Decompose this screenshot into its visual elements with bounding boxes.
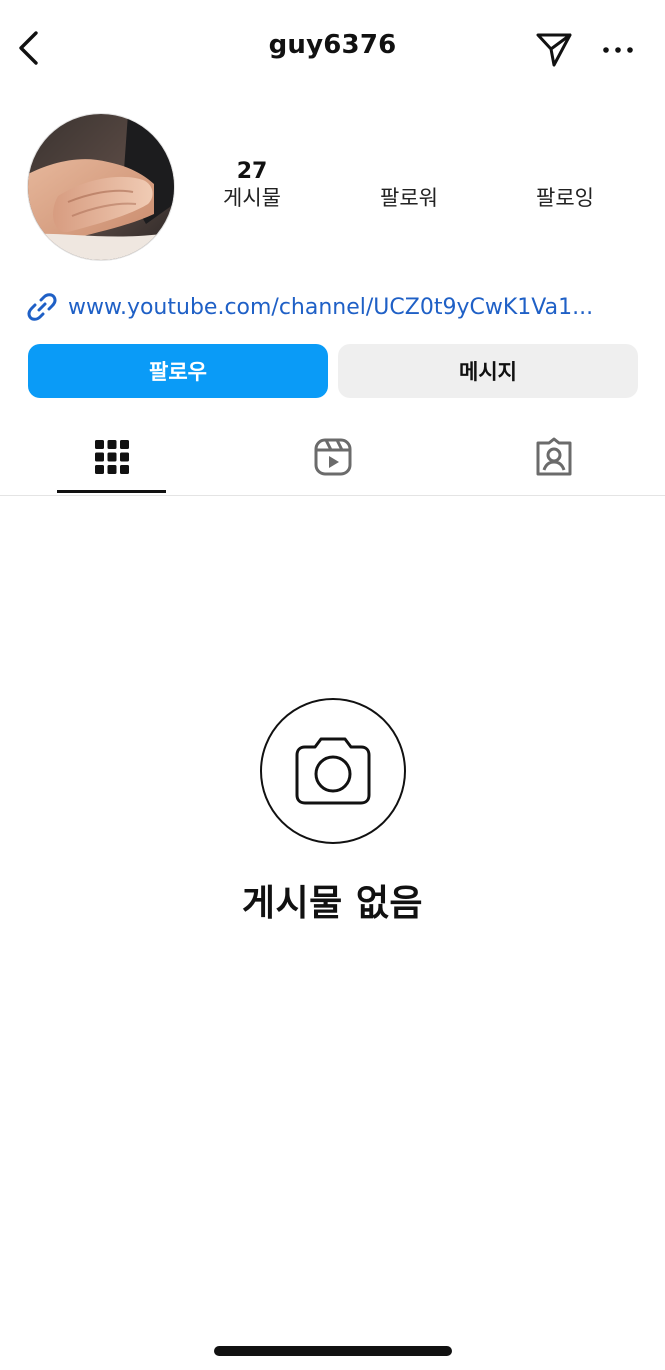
followers-count [349,160,469,184]
following-count [505,160,625,184]
follow-button[interactable]: 팔로우 [28,344,328,398]
tab-tagged[interactable] [499,420,609,494]
stat-posts[interactable]: 27 게시물 [192,160,312,212]
camera-icon [295,737,370,805]
profile-avatar[interactable] [28,114,174,260]
more-horizontal-icon [603,47,633,53]
active-tab-indicator [57,490,166,493]
link-icon [27,293,57,321]
profile-tabs [0,420,665,496]
profile-header: guy6376 [0,0,665,100]
profile-link-text[interactable]: www.youtube.com/channel/UCZ0t9yCwK1Va1..… [68,295,593,320]
followers-label: 팔로워 [380,186,438,210]
tab-posts-grid[interactable] [57,420,167,494]
stat-followers[interactable]: 팔로워 [349,160,469,212]
posts-count: 27 [236,159,268,184]
posts-label: 게시물 [223,186,281,210]
empty-state-title: 게시물 없음 [241,883,424,924]
message-button[interactable]: 메시지 [338,344,638,398]
tab-reels[interactable] [278,420,388,494]
paper-plane-icon [536,33,572,67]
grid-icon [95,440,129,474]
empty-state: 게시물 없음 [0,698,665,926]
empty-state-circle [259,698,406,844]
profile-stats: 27 게시물 팔로워 팔로잉 [190,160,650,220]
avatar-image [28,114,174,260]
reels-icon [314,438,352,476]
following-label: 팔로잉 [536,186,594,210]
tagged-icon [536,437,572,476]
share-button[interactable] [532,28,576,72]
profile-link[interactable]: www.youtube.com/channel/UCZ0t9yCwK1Va1..… [26,290,646,324]
stat-following[interactable]: 팔로잉 [505,160,625,212]
home-indicator[interactable] [214,1346,452,1356]
more-options-button[interactable] [596,32,640,68]
